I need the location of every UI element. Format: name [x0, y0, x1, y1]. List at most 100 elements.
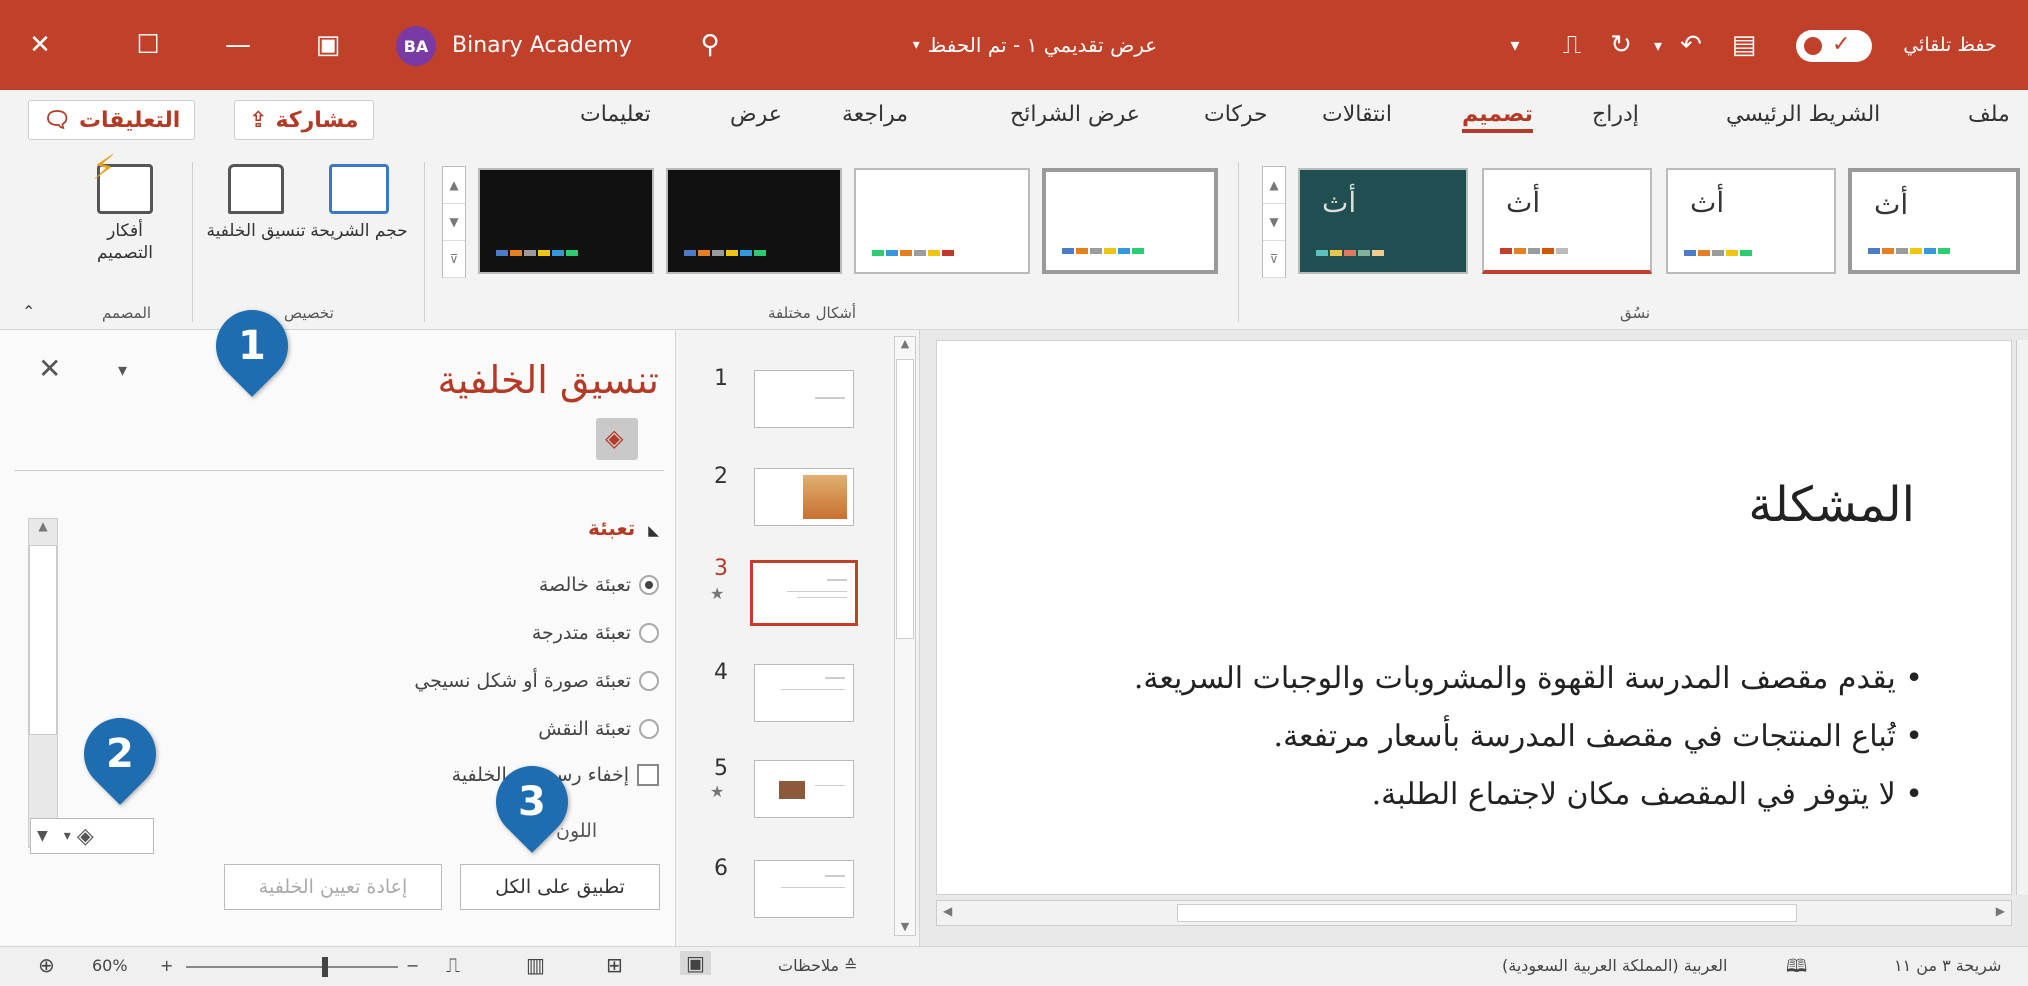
fill-color-picker[interactable]: ▼ ▾ ◈	[30, 818, 154, 854]
slide-thumbnail[interactable]	[754, 860, 854, 918]
tab-help[interactable]: تعليمات	[580, 102, 651, 127]
tab-home[interactable]: الشريط الرئيسي	[1726, 102, 1880, 127]
more-variants-icon[interactable]: ⊽	[443, 241, 465, 278]
slide-title[interactable]: المشكلة	[1748, 477, 1915, 533]
solid-fill-option[interactable]: تعبئة خالصة	[539, 574, 659, 596]
tab-transitions[interactable]: انتقالات	[1322, 102, 1392, 127]
radio-button[interactable]	[639, 575, 659, 595]
slide-sorter-icon[interactable]: ⊞	[606, 953, 623, 977]
gradient-fill-option[interactable]: تعبئة متدرجة	[532, 622, 659, 644]
close-icon[interactable]: ✕	[20, 22, 60, 68]
pattern-fill-option[interactable]: تعبئة النقش	[538, 718, 659, 740]
customize-qat-icon[interactable]: ▾	[1500, 22, 1530, 68]
design-ideas-button[interactable]: ⚡ أفكار التصميم	[80, 151, 170, 264]
fill-section-header[interactable]: تعبئة ◣	[588, 516, 659, 540]
radio-button[interactable]	[639, 671, 659, 691]
zoom-out-icon[interactable]: −	[406, 956, 419, 975]
reset-background-button[interactable]: إعادة تعيين الخلفية	[224, 864, 442, 910]
ribbon-display-icon[interactable]: ▣	[308, 22, 348, 68]
tab-design[interactable]: تصميم	[1462, 102, 1533, 133]
maximize-icon[interactable]: ☐	[128, 22, 168, 68]
pane-options-icon[interactable]: ▾	[118, 360, 127, 381]
variant-thumbnail[interactable]	[666, 168, 842, 274]
scroll-up-icon[interactable]: ▲	[443, 167, 465, 204]
notes-button[interactable]: ملاحظات ≙	[778, 956, 858, 975]
undo-dropdown-icon[interactable]: ▾	[1646, 22, 1670, 68]
zoom-slider-thumb[interactable]	[322, 957, 328, 977]
reading-view-icon[interactable]: ▥	[526, 953, 545, 977]
theme-thumbnail[interactable]: أث	[1298, 168, 1468, 274]
tab-slideshow[interactable]: عرض الشرائح	[1010, 102, 1140, 127]
scroll-up-icon[interactable]: ▲	[1263, 167, 1285, 204]
theme-thumbnail[interactable]: أث	[1848, 168, 2020, 274]
slideshow-view-icon[interactable]: ⎍	[446, 953, 460, 977]
slide-thumbnail[interactable]	[754, 468, 854, 526]
slide-thumbnail[interactable]	[754, 370, 854, 428]
language-indicator[interactable]: العربية (المملكة العربية السعودية)	[1502, 956, 1727, 975]
horizontal-scrollbar[interactable]: ◀ ▶	[936, 900, 2012, 926]
thumbnails-scrollbar[interactable]: ▲ ▼	[894, 336, 916, 936]
tab-file[interactable]: ملف	[1968, 102, 2010, 127]
radio-button[interactable]	[639, 623, 659, 643]
tab-animations[interactable]: حركات	[1204, 102, 1268, 127]
slide-thumbnail-selected[interactable]	[750, 560, 858, 626]
scroll-down-icon[interactable]: ▼	[895, 920, 915, 933]
autosave-toggle[interactable]: ✓	[1796, 30, 1872, 62]
bullet-text[interactable]: • تُباع المنتجات في مقصف المدرسة بأسعار …	[1274, 719, 1923, 754]
format-background-button[interactable]: تنسيق الخلفية	[206, 164, 306, 242]
apply-to-all-button[interactable]: تطبيق على الكل	[460, 864, 660, 910]
zoom-level[interactable]: 60%	[92, 956, 128, 975]
slide-size-button[interactable]: حجم الشريحة	[306, 164, 412, 242]
minimize-icon[interactable]: —	[218, 22, 258, 68]
bullet-text[interactable]: • لا يتوفر في المقصف مكان لاجتماع الطلبة…	[1372, 777, 1923, 812]
fill-category-button[interactable]: ◈	[596, 418, 638, 460]
more-themes-icon[interactable]: ⊽	[1263, 241, 1285, 278]
pane-scrollbar[interactable]: ▲	[28, 518, 58, 848]
slide-canvas[interactable]: المشكلة • يقدم مقصف المدرسة القهوة والمش…	[936, 340, 2012, 895]
zoom-in-icon[interactable]: +	[160, 956, 173, 975]
user-name[interactable]: Binary Academy	[452, 22, 652, 68]
theme-thumbnail[interactable]: أث	[1482, 168, 1652, 274]
search-icon[interactable]: ⚲	[690, 22, 730, 68]
scroll-left-icon[interactable]: ◀	[943, 904, 952, 918]
scroll-down-icon[interactable]: ▼	[1263, 204, 1285, 241]
theme-thumbnail[interactable]: أث	[1666, 168, 1836, 274]
slide-thumbnail[interactable]	[754, 760, 854, 818]
radio-button[interactable]	[639, 719, 659, 739]
comments-button[interactable]: 🗨 التعليقات	[28, 100, 196, 140]
normal-view-icon[interactable]: ▣	[680, 951, 711, 975]
tab-view[interactable]: عرض	[730, 102, 782, 127]
document-title[interactable]: ▾ عرض تقديمي ١ - تم الحفظ	[870, 22, 1200, 68]
save-icon[interactable]: ▤	[1724, 22, 1764, 68]
check-icon: ✓	[1832, 32, 1851, 57]
share-button[interactable]: ⇪ مشاركة	[234, 100, 374, 140]
zoom-slider[interactable]	[186, 957, 398, 977]
scroll-thumb[interactable]	[1177, 904, 1797, 922]
picture-fill-option[interactable]: تعبئة صورة أو شكل نسيجي	[414, 670, 659, 692]
scroll-down-icon[interactable]: ▼	[443, 204, 465, 241]
variants-scroll[interactable]: ▲ ▼ ⊽	[442, 166, 466, 278]
avatar[interactable]: BA	[396, 26, 436, 66]
checkbox[interactable]	[637, 764, 659, 786]
variant-thumbnail[interactable]	[1042, 168, 1218, 274]
present-icon[interactable]: ⎍	[1552, 22, 1592, 68]
variant-thumbnail[interactable]	[854, 168, 1030, 274]
slide-counter: شريحة ٣ من ١١	[1894, 956, 2002, 975]
variant-thumbnail[interactable]	[478, 168, 654, 274]
tab-insert[interactable]: إدراج	[1592, 102, 1639, 127]
slide-thumbnail[interactable]	[754, 664, 854, 722]
autosave-label: حفظ تلقائي	[1903, 34, 1997, 56]
themes-scroll[interactable]: ▲ ▼ ⊽	[1262, 166, 1286, 278]
close-icon[interactable]: ✕	[38, 352, 61, 385]
scroll-right-icon[interactable]: ▶	[1996, 904, 2005, 918]
paint-bucket-icon: ◈	[605, 424, 624, 452]
scroll-up-icon[interactable]: ▲	[895, 337, 915, 350]
tab-review[interactable]: مراجعة	[842, 102, 908, 127]
bullet-text[interactable]: • يقدم مقصف المدرسة القهوة والمشروبات وا…	[1134, 661, 1923, 696]
collapse-ribbon-icon[interactable]: ⌃	[22, 302, 35, 321]
redo-icon[interactable]: ↻	[1606, 22, 1636, 68]
fit-slide-icon[interactable]: ⊕	[38, 953, 55, 977]
accessibility-icon[interactable]: 🕮	[1786, 954, 1807, 984]
undo-icon[interactable]: ↶	[1674, 22, 1708, 68]
vertical-scrollbar[interactable]	[2016, 340, 2028, 895]
